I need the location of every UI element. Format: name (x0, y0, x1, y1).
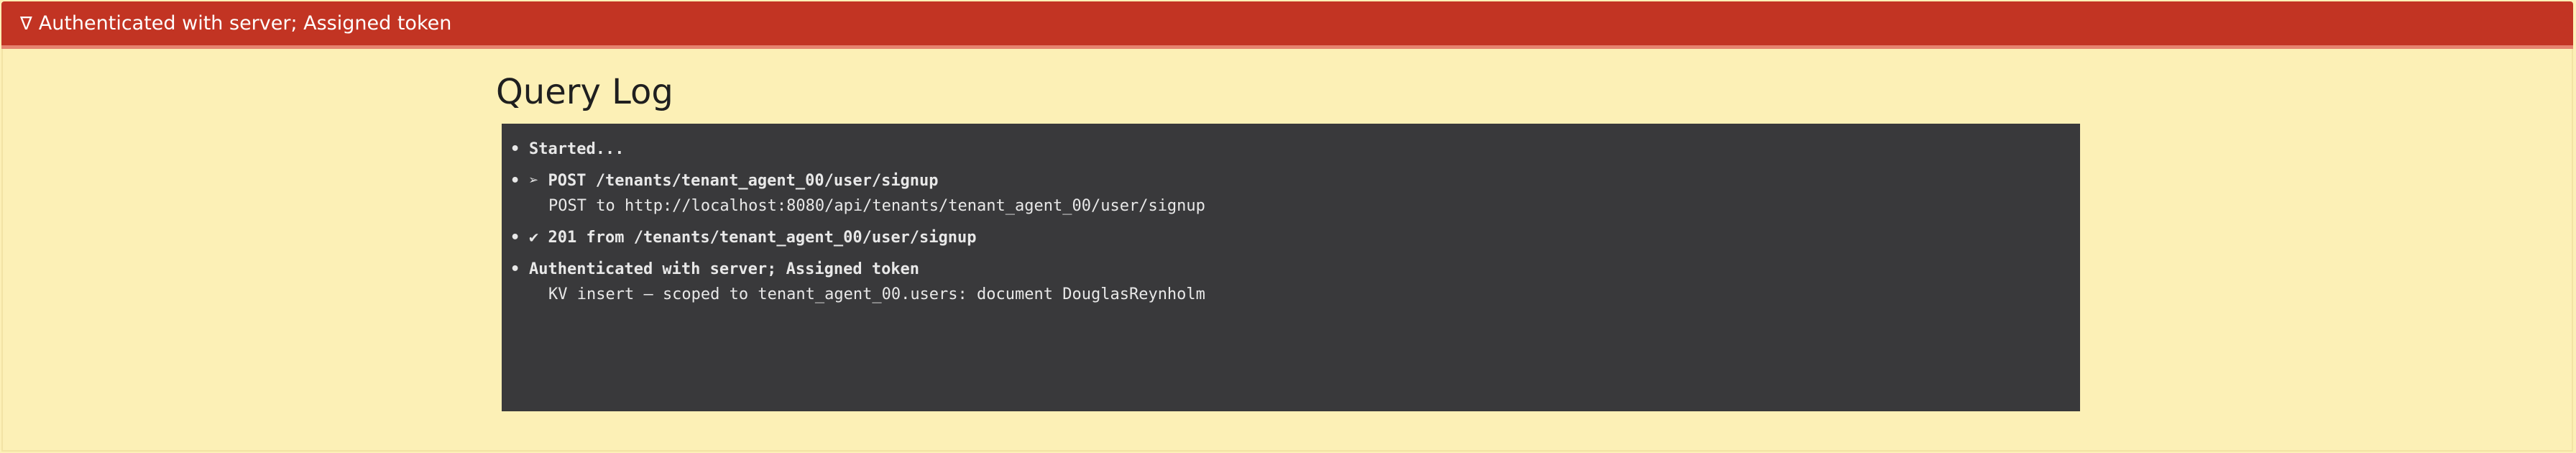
log-entry: • Started... (510, 137, 2071, 162)
query-log: • Started... • ➢ POST /tenants/tenant_agen… (502, 124, 2080, 411)
page-title: Query Log (496, 72, 673, 112)
log-entry-head: • ✔ 201 from /tenants/tenant_agent_00/use… (510, 225, 2071, 250)
log-entry: • Authenticated with server; Assigned tok… (510, 257, 2071, 307)
page: ∇ Authenticated with server; Assigned to… (0, 0, 2576, 453)
bullet-icon: • (510, 229, 520, 247)
bullet-icon: • (510, 260, 520, 278)
log-entry-detail: KV insert — scoped to tenant_agent_00.us… (548, 285, 1205, 303)
log-entry: • ✔ 201 from /tenants/tenant_agent_00/use… (510, 225, 2071, 250)
bullet-icon: • (510, 172, 520, 190)
log-entry-text: Authenticated with server; Assigned toke… (529, 260, 920, 278)
log-entry-text: ➢ POST /tenants/tenant_agent_00/user/sig… (529, 172, 939, 190)
log-entry-text: Started... (529, 140, 625, 158)
triangle-down-icon: ∇ (20, 13, 32, 34)
log-entry-head: • Authenticated with server; Assigned tok… (510, 257, 2071, 282)
log-entry-text: ✔ 201 from /tenants/tenant_agent_00/user… (529, 229, 977, 247)
log-entry: • ➢ POST /tenants/tenant_agent_00/user/si… (510, 168, 2071, 219)
bullet-icon: • (510, 140, 520, 158)
status-banner[interactable]: ∇ Authenticated with server; Assigned to… (1, 1, 2573, 49)
log-entry-head: • Started... (510, 137, 2071, 162)
status-banner-text: Authenticated with server; Assigned toke… (38, 12, 452, 35)
log-entry-detail: POST to http://localhost:8080/api/tenant… (548, 197, 1205, 215)
log-entry-head: • ➢ POST /tenants/tenant_agent_00/user/si… (510, 168, 2071, 193)
